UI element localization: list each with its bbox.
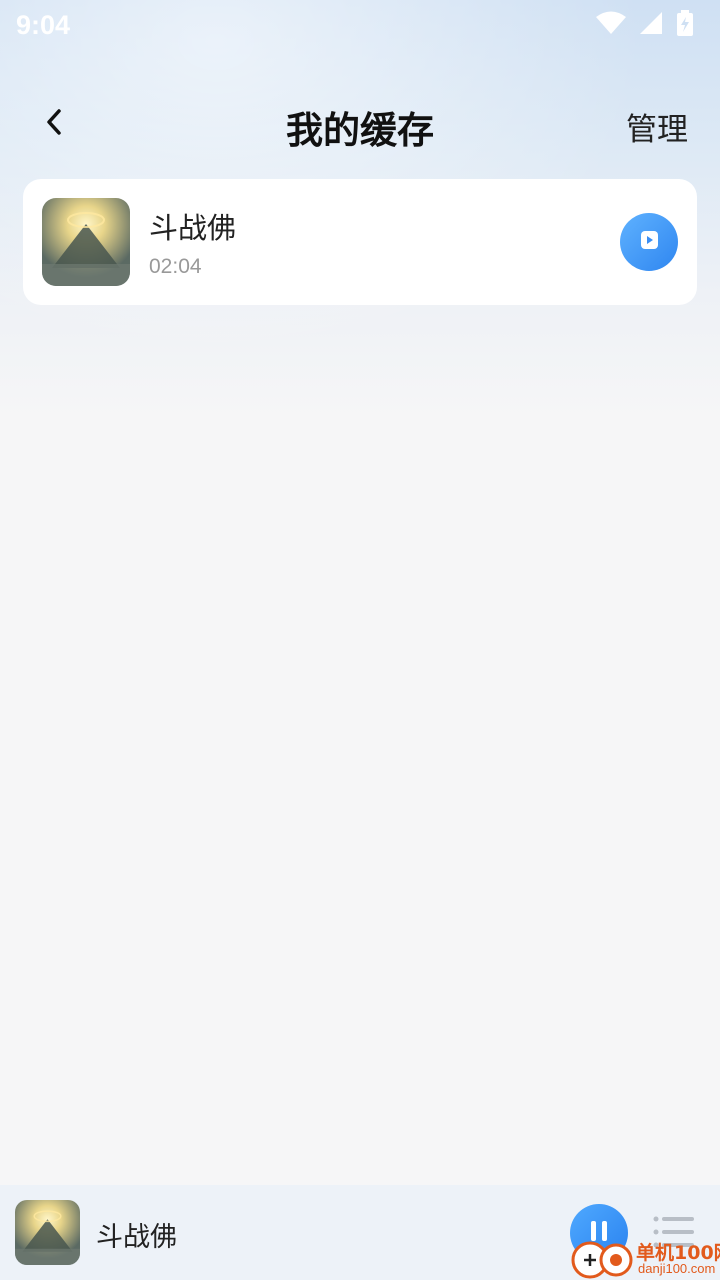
battery-icon [676,10,694,40]
play-button[interactable] [620,213,678,271]
watermark-logo-icon [570,1238,634,1280]
item-duration: 02:04 [149,255,202,278]
watermark: 单机100网 danji100.com [570,1236,720,1280]
mini-album-cover [15,1200,80,1265]
album-cover [42,198,130,286]
mini-player-title: 斗战佛 [96,1222,177,1253]
status-time: 9:04 [16,9,71,40]
cache-item[interactable]: 斗战佛 02:04 [23,179,697,305]
status-bar: 9:04 [0,0,720,50]
play-icon [638,229,660,255]
wifi-icon [596,11,626,39]
manage-button[interactable]: 管理 [626,104,688,149]
item-title: 斗战佛 [149,211,237,245]
watermark-url: danji100.com [638,1261,716,1276]
top-nav: 我的缓存 管理 [0,80,720,168]
signal-icon [638,11,664,39]
status-icons [596,10,694,40]
page-title: 我的缓存 [286,109,434,152]
